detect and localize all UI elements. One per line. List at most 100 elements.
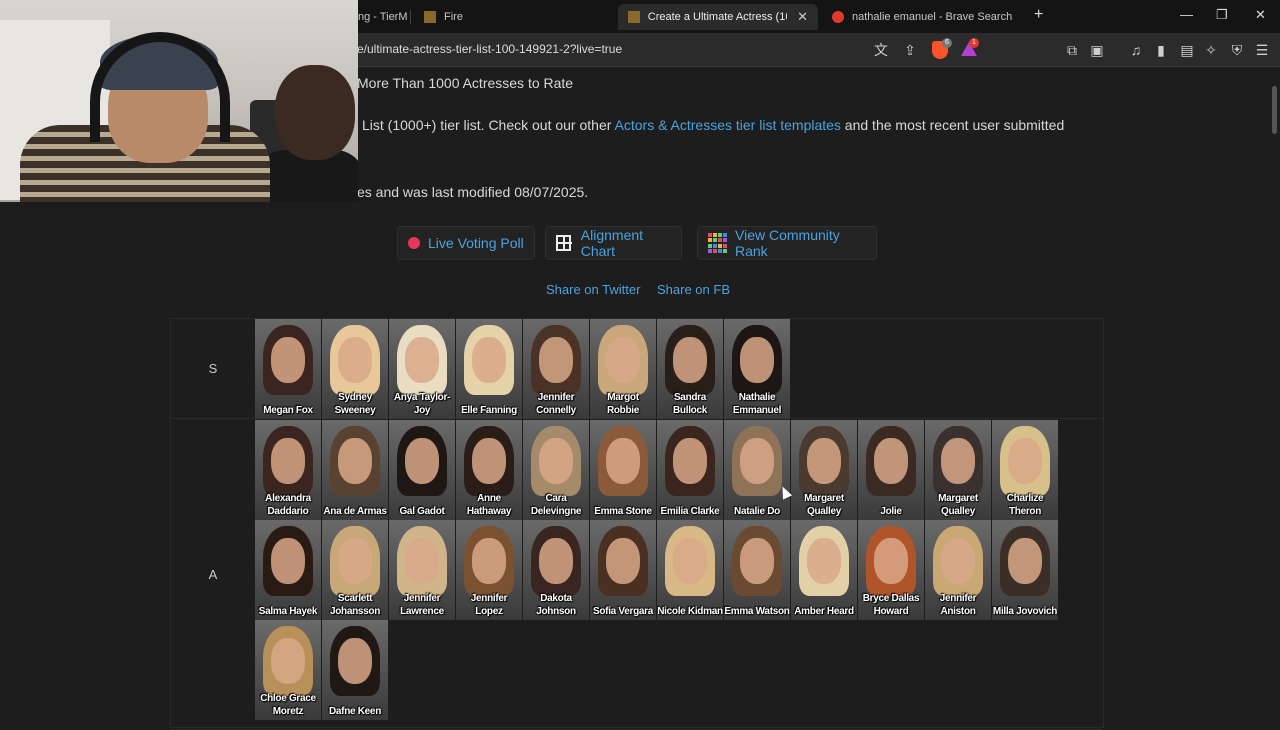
portrait-face (941, 538, 975, 584)
portrait-face (405, 438, 439, 484)
tier-item-name: Ana de Armas (323, 506, 387, 517)
tier-item-card[interactable]: Sydney Sweeney (322, 319, 388, 419)
screenshot-icon[interactable]: ▣ (1089, 42, 1105, 58)
tier-item-card[interactable]: Anya Taylor-Joy (389, 319, 455, 419)
tier-item-card[interactable]: Bryce Dallas Howard (858, 520, 924, 620)
portrait-face (673, 337, 707, 383)
tier-item-name: Margaret Qualley (938, 493, 978, 517)
tier-item-card[interactable]: Margaret Qualley (791, 420, 857, 520)
tier-item-card[interactable]: Jennifer Aniston (925, 520, 991, 620)
tile-icon-cell (718, 233, 722, 237)
close-window-icon[interactable]: ✕ (1255, 7, 1266, 23)
sidebar-icon[interactable]: ▮ (1153, 42, 1169, 58)
tier-item-card[interactable]: Milla Jovovich (992, 520, 1058, 620)
tier-item-name: Cara Delevingne (530, 493, 582, 517)
live-voting-poll-button[interactable]: Live Voting Poll (397, 226, 535, 260)
portrait-face (807, 538, 841, 584)
tier-item-name: Elle Fanning (461, 405, 517, 416)
tier-item-card[interactable]: Natalie Do (724, 420, 790, 520)
tier-item-card[interactable]: Jennifer Lopez (456, 520, 522, 620)
tier-item-card[interactable]: Gal Gadot (389, 420, 455, 520)
tier-item-card[interactable]: Dakota Johnson (523, 520, 589, 620)
tier-item-name: Salma Hayek (258, 606, 318, 617)
tier-item-card[interactable]: Elle Fanning (456, 319, 522, 419)
tier-item-card[interactable]: Ana de Armas (322, 420, 388, 520)
share-fb-link[interactable]: Share on FB (657, 282, 730, 297)
community-rank-button[interactable]: View Community Rank (697, 226, 877, 260)
tile-icon-cell (723, 243, 727, 248)
tier-item-card[interactable]: Anne Hathaway (456, 420, 522, 520)
portrait-face (874, 538, 908, 584)
portrait-face (472, 538, 506, 584)
tier-item-name: Megan Fox (263, 405, 313, 416)
minimize-icon[interactable]: — (1180, 7, 1193, 22)
tier-item-card[interactable]: Margot Robbie (590, 319, 656, 419)
translate-icon[interactable]: 文 (873, 42, 889, 58)
share-twitter-link[interactable]: Share on Twitter (546, 282, 640, 297)
tier-row-s: S Megan Fox Sydney Sweeney Anya Taylor-Joy… (171, 319, 1103, 419)
tier-item-name: Jolie (880, 506, 902, 517)
tile-icon-cell (708, 248, 712, 253)
tier-item-card[interactable]: Chloe Grace Moretz (255, 620, 321, 720)
templates-link[interactable]: Actors & Actresses tier list templates (615, 117, 841, 133)
tier-item-card[interactable]: Jolie (858, 420, 924, 520)
webcam-overlay (0, 0, 358, 202)
tier-item-name: Sydney Sweeney (334, 392, 376, 416)
tier-item-card[interactable]: Nathalie Emmanuel (724, 319, 790, 419)
alignment-chart-button[interactable]: Alignment Chart (545, 226, 682, 260)
extensions-icon[interactable]: ⧉ (1064, 42, 1080, 58)
portrait-face (405, 337, 439, 383)
tier-item-card[interactable]: Alexandra Daddario (255, 420, 321, 520)
tile-icon-cell (713, 238, 717, 243)
tile-icon-cell (708, 233, 712, 237)
portrait-face (539, 337, 573, 383)
tier-item-card[interactable]: Cara Delevingne (523, 420, 589, 520)
alignment-chart-label: Alignment Chart (580, 227, 644, 259)
media-icon[interactable]: ♫ (1128, 42, 1144, 58)
tier-item-name: Natalie Do (734, 506, 780, 517)
portrait-face (472, 337, 506, 383)
modified-text: es and was last modified 08/07/2025. (357, 184, 589, 200)
new-tab-button[interactable]: + (1034, 6, 1043, 24)
tier-item-card[interactable]: Scarlett Johansson (322, 520, 388, 620)
tier-item-name: Nicole Kidman (657, 606, 723, 617)
tier-item-card[interactable]: Jennifer Lawrence (389, 520, 455, 620)
tier-item-card[interactable]: Jennifer Connelly (523, 319, 589, 419)
tab-tiermaker[interactable]: ng - TierM (358, 4, 408, 30)
tier-item-card[interactable]: Margaret Qualley (925, 420, 991, 520)
tier-item-card[interactable]: Salma Hayek (255, 520, 321, 620)
tier-item-card[interactable]: Nicole Kidman (657, 520, 723, 620)
tier-item-card[interactable]: Emilia Clarke (657, 420, 723, 520)
share-icon[interactable]: ⇪ (902, 42, 918, 58)
tier-item-card[interactable]: Sofia Vergara (590, 520, 656, 620)
tab-fire[interactable]: Fire (424, 4, 463, 30)
tier-item-card[interactable]: Emma Stone (590, 420, 656, 520)
leo-ai-icon[interactable]: ✧ (1203, 42, 1219, 58)
portrait-face (271, 438, 305, 484)
tier-item-name: Bryce Dallas Howard (862, 593, 920, 617)
tab-create-tier-list[interactable]: Create a Ultimate Actress (1000+ ✕ (618, 4, 818, 30)
tier-item-card[interactable]: Amber Heard (791, 520, 857, 620)
tier-label[interactable]: A (171, 420, 255, 729)
tier-item-card[interactable]: Charlize Theron (992, 420, 1058, 520)
portrait-face (807, 438, 841, 484)
scrollbar-thumb[interactable] (1272, 86, 1277, 134)
tier-item-name: Margaret Qualley (804, 493, 844, 517)
tier-item-name: Milla Jovovich (992, 606, 1058, 617)
wallet-icon[interactable]: ▤ (1179, 42, 1195, 58)
close-tab-icon[interactable]: ✕ (797, 9, 808, 25)
restore-icon[interactable]: ❐ (1216, 7, 1228, 23)
tier-item-name: Emilia Clarke (660, 506, 720, 517)
tier-item-card[interactable]: Dafne Keen (322, 620, 388, 720)
tier-item-card[interactable]: Emma Watson (724, 520, 790, 620)
tier-label[interactable]: S (171, 319, 255, 418)
url-text[interactable]: e/ultimate-actress-tier-list-100-149921-… (357, 42, 622, 56)
tab-label: nathalie emanuel - Brave Search (852, 11, 1013, 23)
tier-item-card[interactable]: Megan Fox (255, 319, 321, 419)
portrait-face (673, 538, 707, 584)
tier-item-name: Chloe Grace Moretz (260, 693, 316, 717)
tier-item-card[interactable]: Sandra Bullock (657, 319, 723, 419)
menu-icon[interactable]: ☰ (1254, 42, 1270, 58)
vpn-icon[interactable]: ⛨ (1229, 42, 1245, 58)
tab-brave-search[interactable]: nathalie emanuel - Brave Search (832, 4, 1012, 30)
